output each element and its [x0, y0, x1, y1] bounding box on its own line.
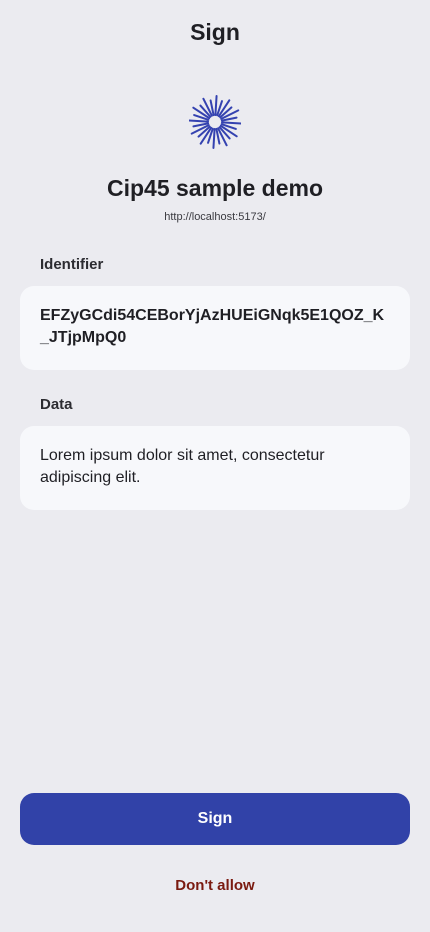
- sign-button[interactable]: Sign: [20, 793, 410, 845]
- identifier-card: EFZyGCdi54CEBorYjAzHUEiGNqk5E1QOZ_K_JTjp…: [20, 286, 410, 370]
- sunburst-logo-icon: [188, 94, 242, 150]
- data-card: Lorem ipsum dolor sit amet, consectetur …: [20, 426, 410, 510]
- logo-ray: [212, 127, 216, 149]
- app-name: Cip45 sample demo: [106, 175, 324, 201]
- dont-allow-button[interactable]: Don't allow: [0, 876, 430, 896]
- logo-ray: [188, 119, 210, 123]
- data-value: Lorem ipsum dolor sit amet, consectetur …: [40, 447, 325, 486]
- page-title: Sign: [190, 19, 240, 45]
- logo-ray: [214, 95, 218, 117]
- data-label: Data: [40, 396, 73, 413]
- identifier-label: Identifier: [40, 256, 104, 273]
- logo-ray: [220, 121, 242, 125]
- identifier-value: EFZyGCdi54CEBorYjAzHUEiGNqk5E1QOZ_K_JTjp…: [40, 307, 385, 346]
- app-url: http://localhost:5173/: [164, 211, 266, 223]
